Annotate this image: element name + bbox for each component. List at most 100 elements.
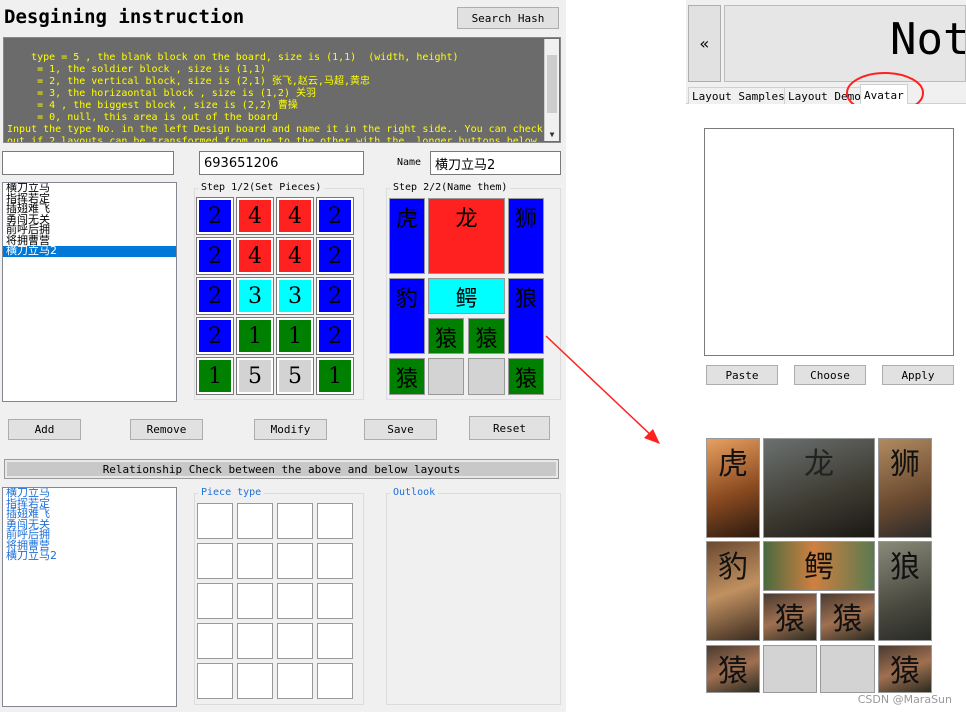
avatar-label: 狼: [890, 550, 920, 585]
piece-type-empty-cell[interactable]: [237, 663, 273, 699]
avatar-tiger-image[interactable]: 虎: [706, 438, 760, 538]
piece-type-cell[interactable]: 4: [236, 197, 274, 235]
description-scrollbar[interactable]: ▲ ▼: [544, 39, 559, 141]
piece-type-cell[interactable]: 4: [236, 237, 274, 275]
piece-type-empty-cell[interactable]: [317, 503, 353, 539]
piece-type-cell[interactable]: 2: [316, 237, 354, 275]
blank-cell: [428, 358, 464, 395]
search-hash-button[interactable]: Search Hash: [457, 7, 559, 29]
piece-e[interactable]: 鳄: [428, 278, 505, 314]
piece-type-cell[interactable]: 2: [196, 237, 234, 275]
piece-type-empty-cell[interactable]: [197, 663, 233, 699]
piece-type-empty-cell[interactable]: [277, 503, 313, 539]
hash-value-field[interactable]: 693651206: [199, 151, 364, 175]
piece-type-empty-cell[interactable]: [277, 583, 313, 619]
avatar-leopard-image[interactable]: 豹: [706, 541, 760, 641]
piece-type-empty-cell[interactable]: [277, 663, 313, 699]
piece-shi[interactable]: 狮: [508, 198, 544, 274]
description-text: type = 5 , the blank block on the board,…: [7, 52, 543, 143]
piece-type-empty-cell[interactable]: [277, 623, 313, 659]
hash-search-input[interactable]: [2, 151, 174, 175]
piece-type-cell[interactable]: 2: [196, 277, 234, 315]
paste-button[interactable]: Paste: [706, 365, 778, 385]
piece-type-cell[interactable]: 5: [236, 357, 274, 395]
reset-button[interactable]: Reset: [469, 416, 550, 440]
avatar-preview[interactable]: [704, 128, 954, 356]
piece-type-empty-cell[interactable]: [197, 543, 233, 579]
avatar-dragon-image[interactable]: 龙: [763, 438, 875, 538]
piece-name-grid: 虎 龙 狮 豹 鳄 狼 猿 猿 猿 猿: [388, 197, 548, 397]
piece-type-cell[interactable]: 3: [236, 277, 274, 315]
avatar-label: 鳄: [804, 550, 834, 585]
tab-layout-samples[interactable]: Layout Samples: [688, 87, 789, 104]
piece-yuan[interactable]: 猿: [389, 358, 425, 395]
piece-long[interactable]: 龙: [428, 198, 505, 274]
avatar-ape-image[interactable]: 猿: [820, 593, 875, 641]
blank-cell: [468, 358, 505, 395]
piece-type-cell[interactable]: 2: [196, 317, 234, 355]
piece-lang[interactable]: 狼: [508, 278, 544, 354]
piece-type-grid: [197, 503, 353, 699]
annotation-arrow: [545, 335, 660, 444]
piece-type-empty-cell[interactable]: [277, 543, 313, 579]
add-button[interactable]: Add: [8, 419, 81, 440]
remove-button[interactable]: Remove: [130, 419, 203, 440]
piece-type-empty-cell[interactable]: [237, 583, 273, 619]
right-panel: « Not Layout Samples Layout Demo Avatar …: [686, 0, 966, 712]
piece-type-empty-cell[interactable]: [317, 583, 353, 619]
piece-type-empty-cell[interactable]: [237, 543, 273, 579]
piece-yuan[interactable]: 猿: [508, 358, 544, 395]
save-button[interactable]: Save: [364, 419, 437, 440]
piece-type-empty-cell[interactable]: [237, 623, 273, 659]
piece-type-empty-cell[interactable]: [197, 503, 233, 539]
apply-button[interactable]: Apply: [882, 365, 954, 385]
piece-type-cell[interactable]: 4: [276, 197, 314, 235]
piece-yuan[interactable]: 猿: [428, 318, 464, 354]
avatar-label: 豹: [718, 550, 748, 585]
piece-type-cell[interactable]: 2: [316, 317, 354, 355]
piece-type-empty-cell[interactable]: [197, 583, 233, 619]
avatar-crocodile-image[interactable]: 鳄: [763, 541, 875, 591]
piece-type-empty-cell[interactable]: [197, 623, 233, 659]
piece-type-cell[interactable]: 1: [196, 357, 234, 395]
name-field[interactable]: 横刀立马2: [430, 151, 561, 175]
layout-listbox[interactable]: 横刀立马 指挥若定 插翅难飞 勇闯无关 前呼后拥 将拥曹营 横刀立马2: [2, 182, 177, 402]
piece-type-empty-cell[interactable]: [317, 663, 353, 699]
avatar-ape-image[interactable]: 猿: [763, 593, 817, 641]
avatar-wolf-image[interactable]: 狼: [878, 541, 932, 641]
collapse-button[interactable]: «: [688, 5, 721, 82]
piece-type-empty-cell[interactable]: [237, 503, 273, 539]
piece-type-cell[interactable]: 1: [316, 357, 354, 395]
piece-type-empty-cell[interactable]: [317, 623, 353, 659]
piece-type-cell[interactable]: 2: [316, 277, 354, 315]
list-item-selected[interactable]: 横刀立马2: [3, 245, 176, 257]
watermark: CSDN @MaraSun: [857, 693, 952, 706]
choose-button[interactable]: Choose: [794, 365, 866, 385]
description-box[interactable]: type = 5 , the blank block on the board,…: [3, 37, 561, 143]
scroll-down-icon[interactable]: ▼: [545, 129, 559, 141]
status-text: Not: [890, 14, 966, 65]
piece-type-empty-cell[interactable]: [317, 543, 353, 579]
avatar-label: 猿: [718, 654, 748, 689]
piece-type-cell[interactable]: 2: [196, 197, 234, 235]
piece-type-cell[interactable]: 1: [236, 317, 274, 355]
avatar-ape-image[interactable]: 猿: [878, 645, 932, 693]
piece-hu[interactable]: 虎: [389, 198, 425, 274]
piece-type-cell[interactable]: 3: [276, 277, 314, 315]
piece-type-label: Piece type: [198, 487, 265, 498]
list-item[interactable]: 横刀立马2: [3, 550, 176, 562]
modify-button[interactable]: Modify: [254, 419, 327, 440]
outlook-group: [386, 493, 561, 705]
piece-bao[interactable]: 豹: [389, 278, 425, 354]
piece-type-cell[interactable]: 4: [276, 237, 314, 275]
avatar-lion-image[interactable]: 狮: [878, 438, 932, 538]
piece-type-cell[interactable]: 2: [316, 197, 354, 235]
name-label: Name: [397, 157, 422, 168]
avatar-ape-image[interactable]: 猿: [706, 645, 760, 693]
piece-yuan[interactable]: 猿: [468, 318, 505, 354]
lower-layout-listbox[interactable]: 横刀立马 指挥若定 插翅难飞 勇闯无关 前呼后拥 将拥曹营 横刀立马2: [2, 487, 177, 707]
piece-type-cell[interactable]: 5: [276, 357, 314, 395]
piece-type-cell[interactable]: 1: [276, 317, 314, 355]
relationship-check-button[interactable]: Relationship Check between the above and…: [4, 459, 559, 479]
scroll-thumb[interactable]: [547, 55, 557, 113]
